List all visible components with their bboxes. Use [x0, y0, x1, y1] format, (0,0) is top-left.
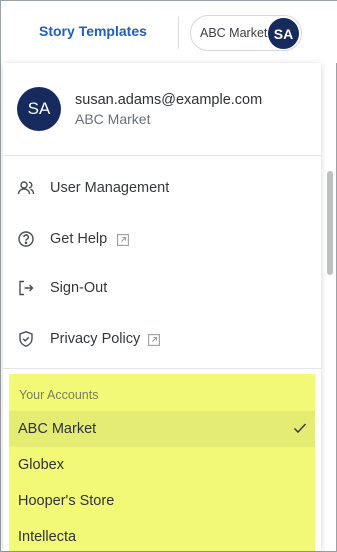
menu-item-label: Get Help [50, 231, 108, 247]
checkmark-icon [293, 421, 307, 435]
help-icon [17, 230, 35, 248]
profile-avatar: SA [17, 87, 61, 131]
account-item-globex[interactable]: Globex [9, 447, 315, 483]
scrollbar[interactable] [323, 63, 337, 551]
divider [3, 368, 321, 369]
account-label: Globex [18, 457, 64, 473]
account-item-abc-market[interactable]: ABC Market [9, 411, 315, 447]
menu-item-label: Privacy Policy [50, 331, 141, 347]
window-frame: Story Templates ABC Market SA SA susan.a… [0, 0, 337, 552]
accounts-section: Your Accounts ABC Market Globex Hooper's… [9, 374, 315, 551]
menu-item-get-help[interactable]: Get Help [3, 219, 321, 259]
account-item-intellecta[interactable]: Intellecta [9, 519, 315, 551]
profile-organization: ABC Market [75, 111, 151, 127]
menu-item-label: Sign-Out [50, 280, 108, 296]
accounts-heading: Your Accounts [19, 388, 99, 402]
account-item-hoopers-store[interactable]: Hooper's Store [9, 483, 315, 519]
divider [3, 155, 321, 156]
sign-out-icon [17, 279, 35, 297]
profile-email: susan.adams@example.com [75, 92, 263, 108]
menu-item-sign-out[interactable]: Sign-Out [3, 268, 321, 308]
account-pill-label: ABC Market [200, 26, 268, 40]
account-label: Intellecta [18, 529, 77, 545]
menu-item-user-management[interactable]: User Management [3, 168, 321, 208]
user-avatar[interactable]: SA [268, 18, 299, 49]
story-templates-link[interactable]: Story Templates [39, 23, 147, 39]
menu-item-label: User Management [50, 180, 170, 196]
shield-icon [17, 330, 35, 348]
external-link-icon [148, 333, 160, 346]
header-divider [178, 17, 179, 49]
account-label: Hooper's Store [18, 493, 115, 509]
users-icon [17, 179, 35, 197]
menu-item-privacy-policy[interactable]: Privacy Policy [3, 319, 321, 359]
top-bar: Story Templates ABC Market SA [1, 1, 337, 63]
profile-section: SA susan.adams@example.com ABC Market [3, 63, 321, 155]
account-dropdown-panel: SA susan.adams@example.com ABC Market Us… [3, 63, 321, 551]
scrollbar-thumb[interactable] [327, 171, 333, 275]
account-label: ABC Market [18, 421, 97, 437]
external-link-icon [117, 233, 129, 246]
